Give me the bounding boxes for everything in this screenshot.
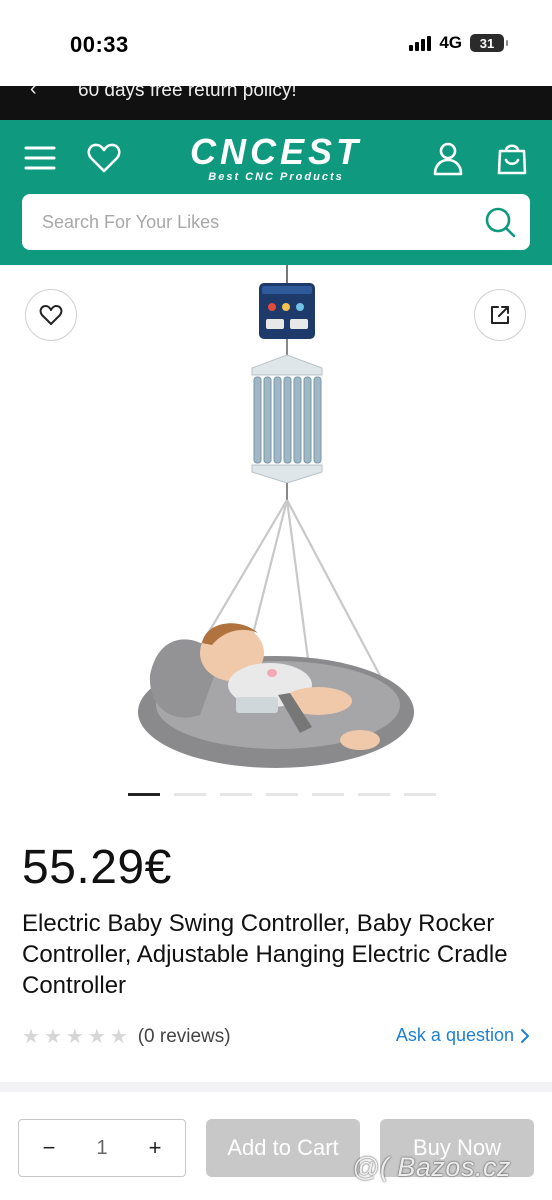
promo-bar[interactable]: ‹ 60 days free return policy! [0, 86, 552, 120]
watermark: @( Bazos.cz [352, 1152, 511, 1182]
star-icon: ★ [43, 1026, 62, 1048]
ask-question-link[interactable]: Ask a question [396, 1025, 530, 1046]
search-box [22, 194, 530, 250]
quantity-decrease-button[interactable]: − [39, 1135, 59, 1161]
product-gallery[interactable] [0, 265, 552, 805]
status-time: 00:33 [70, 32, 129, 57]
product-price: 55.29€ [22, 841, 172, 894]
product-image [138, 265, 414, 768]
search-input[interactable] [22, 194, 462, 250]
logo-sub: Best CNC Products [208, 171, 344, 183]
quantity-increase-button[interactable]: + [145, 1135, 165, 1161]
promo-arrow-icon[interactable]: ‹ [30, 86, 37, 101]
share-icon [491, 306, 509, 324]
carousel-dot[interactable] [174, 793, 206, 796]
quantity-stepper: − 1 + [18, 1119, 186, 1177]
section-divider [0, 1082, 552, 1092]
carousel-dot[interactable] [358, 793, 390, 796]
wishlist-heart-icon[interactable] [84, 138, 124, 178]
quantity-value[interactable]: 1 [96, 1137, 107, 1160]
review-count[interactable]: (0 reviews) [138, 1026, 231, 1048]
carousel-dot[interactable] [404, 793, 436, 796]
signal-icon [409, 35, 432, 51]
carousel-dot[interactable] [220, 793, 252, 796]
star-icon: ★ [109, 1026, 128, 1048]
status-bar: 00:33 4G 31 [0, 0, 552, 86]
product-title: Electric Baby Swing Controller, Baby Roc… [22, 910, 508, 999]
search-icon[interactable] [484, 206, 516, 238]
carousel-dot[interactable] [128, 793, 160, 796]
heart-icon [39, 305, 63, 325]
logo-main: CNCEST [189, 131, 362, 172]
battery-level: 31 [479, 35, 495, 51]
promo-text: 60 days free return policy! [78, 86, 297, 101]
menu-icon[interactable] [20, 138, 60, 178]
carousel-dot[interactable] [266, 793, 298, 796]
cart-bag-icon[interactable] [492, 138, 532, 178]
star-icon: ★ [65, 1026, 84, 1048]
carousel-dot[interactable] [312, 793, 344, 796]
site-header: CNCEST Best CNC Products [0, 120, 552, 265]
account-icon[interactable] [428, 138, 468, 178]
site-logo[interactable]: CNCEST Best CNC Products [180, 131, 372, 184]
add-to-cart-button[interactable]: Add to Cart [206, 1119, 360, 1177]
ask-question-label: Ask a question [395, 1025, 514, 1045]
chevron-right-icon [521, 1028, 529, 1043]
carousel-indicators [128, 793, 436, 796]
favorite-button[interactable] [25, 289, 77, 341]
star-icon: ★ [87, 1026, 106, 1048]
star-icon: ★ [22, 1026, 40, 1048]
battery-icon: 31 [470, 34, 508, 52]
status-indicators: 4G 31 [409, 33, 508, 53]
share-button[interactable] [474, 289, 526, 341]
network-label: 4G [439, 33, 462, 52]
rating-row: ★ ★ ★ ★ ★ (0 reviews) Ask a question [22, 1024, 530, 1050]
rating-stars[interactable]: ★ ★ ★ ★ ★ [22, 1027, 128, 1047]
